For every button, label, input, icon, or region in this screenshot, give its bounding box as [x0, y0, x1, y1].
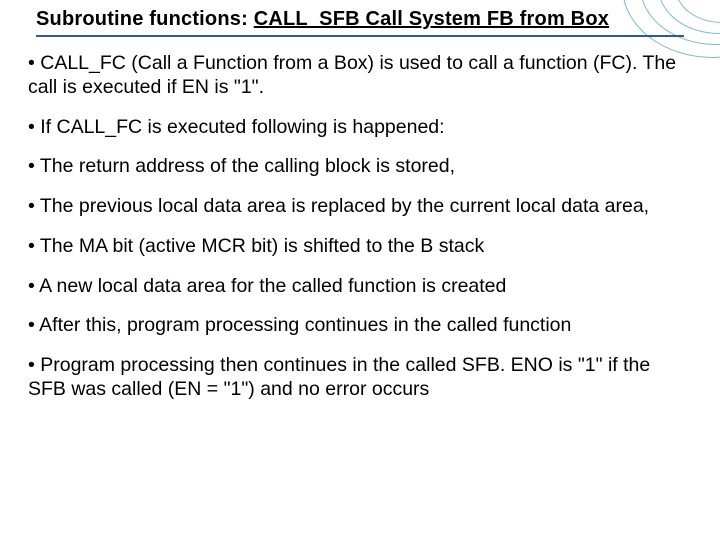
bullet-item: • The return address of the calling bloc…: [28, 155, 692, 179]
title-area: Subroutine functions: CALL_SFB Call Syst…: [36, 8, 684, 37]
bullet-item: • If CALL_FC is executed following is ha…: [28, 116, 692, 140]
bullet-item: • The MA bit (active MCR bit) is shifted…: [28, 235, 692, 259]
bullet-item: • Program processing then continues in t…: [28, 354, 692, 402]
bullet-item: • After this, program processing continu…: [28, 314, 692, 338]
body-text: • CALL_FC (Call a Function from a Box) i…: [28, 52, 692, 520]
title-underlined: CALL_SFB Call System FB from Box: [254, 8, 609, 30]
title-plain: Subroutine functions:: [36, 8, 254, 30]
slide: Subroutine functions: CALL_SFB Call Syst…: [0, 0, 720, 540]
title-underline-rule: [36, 35, 684, 37]
bullet-item: • The previous local data area is replac…: [28, 195, 692, 219]
bullet-item: • A new local data area for the called f…: [28, 275, 692, 299]
slide-title: Subroutine functions: CALL_SFB Call Syst…: [36, 8, 684, 31]
bullet-item: • CALL_FC (Call a Function from a Box) i…: [28, 52, 692, 100]
